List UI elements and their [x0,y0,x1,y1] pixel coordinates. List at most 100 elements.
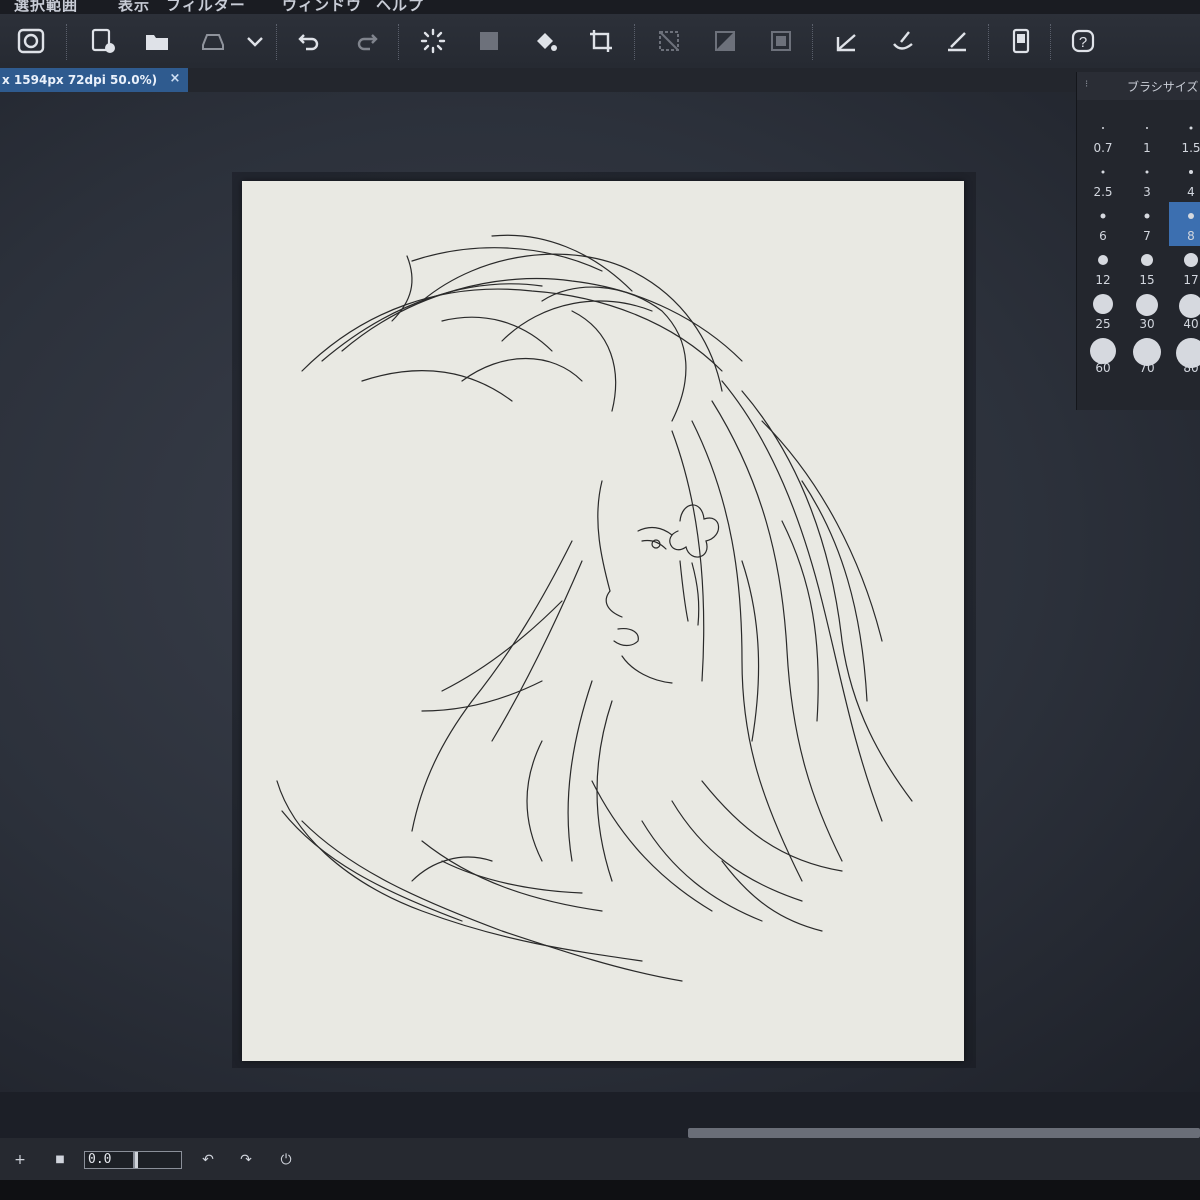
brush-size-label: 6 [1099,229,1107,243]
stop-button[interactable]: ■ [50,1150,70,1170]
fill-bucket-icon[interactable] [528,24,562,58]
deselect-icon[interactable] [652,24,686,58]
brush-size-option[interactable]: 40 [1169,290,1200,334]
crop-icon[interactable] [584,24,618,58]
dropdown-chevron-icon[interactable] [238,24,272,58]
brush-size-label: 30 [1139,317,1155,331]
zoom-slider[interactable] [134,1151,182,1169]
menu-selection[interactable]: 選択範囲 [14,0,78,14]
reset-view-button[interactable]: ⏻ [276,1150,296,1170]
open-folder-icon[interactable] [140,24,174,58]
brush-size-label: 7 [1143,229,1151,243]
tablet-icon[interactable] [1004,24,1038,58]
zoom-slider-knob[interactable] [135,1152,138,1168]
bottom-toolbar: + ■ 0.0 ↶ ↷ ⏻ [0,1138,1200,1180]
brush-size-option[interactable]: 2.5 [1081,158,1125,202]
brush-size-dot-icon [1188,213,1194,219]
toolbar-separator [1050,24,1052,60]
brush-size-label: 40 [1183,317,1199,331]
toolbar-separator [634,24,636,60]
zoom-value-field[interactable]: 0.0 [84,1151,134,1169]
toolbar-separator [276,24,278,60]
brush-size-dot-icon [1098,255,1108,265]
invert-selection-icon[interactable] [708,24,742,58]
menu-help[interactable]: ヘルプ [376,0,424,14]
brush-size-option[interactable]: 70 [1125,334,1169,378]
help-icon[interactable]: ? [1066,24,1100,58]
brush-size-dot-icon [1144,213,1150,219]
loading-spinner-icon[interactable] [416,24,450,58]
brush-size-label: 80 [1183,361,1199,375]
brush-size-option[interactable]: 30 [1125,290,1169,334]
new-canvas-icon[interactable] [86,24,120,58]
brush-size-dot-icon [1136,294,1158,316]
brush-size-option[interactable]: 80 [1169,334,1200,378]
brush-size-dot-icon [1101,170,1105,174]
brush-size-label: 17 [1183,273,1199,287]
brush-size-label: 70 [1139,361,1155,375]
horizontal-scrollbar[interactable] [688,1128,1200,1138]
brush-size-option[interactable]: 4 [1169,158,1200,202]
line-tool-icon[interactable] [940,24,974,58]
app-logo-icon[interactable] [14,24,48,58]
brush-size-option[interactable]: 0.7 [1081,114,1125,158]
brush-size-option[interactable]: 6 [1081,202,1125,246]
main-toolbar: ? [0,14,1200,69]
close-icon[interactable]: × [168,72,182,86]
brush-size-label: 25 [1095,317,1111,331]
brush-size-label: 1 [1143,141,1151,155]
brush-size-dot-icon [1189,126,1193,130]
toolbar-separator [988,24,990,60]
brush-size-dot-icon [1141,254,1153,266]
brush-size-option[interactable]: 12 [1081,246,1125,290]
document-tab[interactable]: x 1594px 72dpi 50.0%) × [0,68,188,92]
brush-size-label: 15 [1139,273,1155,287]
rotate-left-button[interactable]: ↶ [198,1150,218,1170]
brush-size-dot-icon [1179,294,1200,318]
pen-stabilizer-icon[interactable] [830,24,864,58]
drawing-canvas[interactable] [242,181,964,1061]
undo-icon[interactable] [292,24,326,58]
panel-grip-icon[interactable]: ⁝ [1085,80,1093,90]
brush-size-label: 2.5 [1093,185,1113,199]
brush-size-dot-icon [1102,127,1104,129]
monitor-bezel [0,1180,1200,1200]
document-tab-label: x 1594px 72dpi 50.0%) [2,73,158,87]
redo-icon[interactable] [350,24,384,58]
brush-size-dot-icon [1093,294,1113,314]
rotate-right-button[interactable]: ↷ [236,1150,256,1170]
add-button[interactable]: + [10,1150,30,1170]
brush-size-label: 60 [1095,361,1111,375]
selection-fill-icon[interactable] [764,24,798,58]
brush-size-dot-icon [1146,127,1148,129]
brush-size-option[interactable]: 3 [1125,158,1169,202]
brush-size-option[interactable]: 1.5 [1169,114,1200,158]
menu-window[interactable]: ウィンドウ [282,0,362,14]
brush-size-option[interactable]: 8 [1169,202,1200,246]
brush-size-option[interactable]: 15 [1125,246,1169,290]
menu-view[interactable]: 表示 [118,0,150,14]
panel-title: ブラシサイズ [1127,80,1199,94]
brush-size-label: 1.5 [1181,141,1200,155]
save-icon[interactable] [196,24,230,58]
brush-size-option[interactable]: 7 [1125,202,1169,246]
brush-size-option[interactable]: 1 [1125,114,1169,158]
svg-text:?: ? [1079,34,1087,51]
brush-size-dot-icon [1184,253,1198,267]
brush-size-option[interactable]: 17 [1169,246,1200,290]
brush-size-dot-icon [1145,170,1149,174]
toolbar-separator [398,24,400,60]
menu-filter[interactable]: フィルター [166,0,246,14]
brush-size-label: 4 [1187,185,1195,199]
brush-size-label: 12 [1095,273,1111,287]
brush-stroke-icon[interactable] [886,24,920,58]
brush-size-option[interactable]: 25 [1081,290,1125,334]
toolbar-separator [66,24,68,60]
brush-size-label: 3 [1143,185,1151,199]
panel-header[interactable]: ⁝ ブラシサイズ [1077,72,1200,100]
brush-size-option[interactable]: 60 [1081,334,1125,378]
menu-bar: 選択範囲 表示 フィルター ウィンドウ ヘルプ [0,0,1200,14]
clear-icon[interactable] [472,24,506,58]
brush-size-label: 8 [1187,229,1195,243]
brush-size-dot-icon [1100,213,1106,219]
